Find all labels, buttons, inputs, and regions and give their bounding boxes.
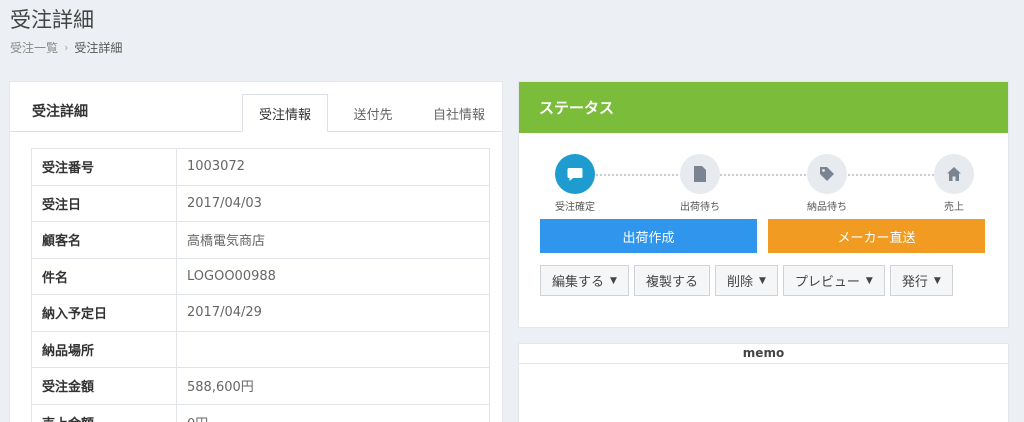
table-row: 受注番号 1003072 <box>31 148 490 186</box>
tab-company-info[interactable]: 自社情報 <box>416 94 502 132</box>
table-row: 受注金額 588,600円 <box>31 367 490 405</box>
step-order-confirmed: 受注確定 <box>535 154 615 213</box>
step-awaiting-delivery: 納品待ち <box>787 154 867 213</box>
page-title: 受注詳細 <box>10 8 94 32</box>
caret-down-icon: ▼ <box>933 275 941 286</box>
status-steps: 受注確定 出荷待ち 納品待ち 売上 <box>519 154 1008 214</box>
preview-dropdown-button[interactable]: プレビュー ▼ <box>782 265 885 296</box>
row-key: 顧客名 <box>31 221 177 259</box>
row-key: 件名 <box>31 257 177 295</box>
table-row: 納品場所 <box>31 330 490 368</box>
delete-dropdown-button[interactable]: 削除 ▼ <box>714 265 778 296</box>
steps-connector <box>575 174 950 176</box>
breadcrumb-separator: › <box>64 41 69 54</box>
preview-button-label: プレビュー <box>794 275 860 290</box>
chat-bubble-icon <box>555 154 595 194</box>
table-row: 件名 LOGOO00988 <box>31 257 490 295</box>
row-value: 588,600円 <box>176 367 490 405</box>
row-value: 高橋電気商店 <box>176 221 490 259</box>
step-awaiting-shipment: 出荷待ち <box>660 154 740 213</box>
step-label: 納品待ち <box>807 202 847 213</box>
row-value: 0円 <box>176 403 490 422</box>
caret-down-icon: ▼ <box>865 275 873 286</box>
row-key: 売上金額 <box>31 403 177 422</box>
row-key: 受注番号 <box>31 148 177 186</box>
breadcrumb-link-order-list[interactable]: 受注一覧 <box>10 39 58 56</box>
table-row: 納入予定日 2017/04/29 <box>31 294 490 332</box>
row-key: 受注金額 <box>31 367 177 405</box>
memo-card: memo <box>518 343 1009 422</box>
row-value: 2017/04/29 <box>176 294 490 332</box>
tab-shipping-address[interactable]: 送付先 <box>330 94 416 132</box>
delete-button-label: 削除 <box>726 275 753 290</box>
caret-down-icon: ▼ <box>758 275 766 286</box>
row-value: LOGOO00988 <box>176 257 490 295</box>
breadcrumb-current: 受注詳細 <box>74 41 123 55</box>
row-key: 納品場所 <box>31 330 177 368</box>
status-card-header: ステータス <box>519 82 1008 133</box>
row-key: 納入予定日 <box>31 294 177 332</box>
tag-icon <box>807 154 847 194</box>
duplicate-button-label: 複製する <box>645 275 698 290</box>
step-label: 売上 <box>944 202 964 213</box>
order-detail-card: 受注詳細 受注情報 送付先 自社情報 受注番号 1003072 受注日 2017/0… <box>9 81 503 422</box>
edit-dropdown-button[interactable]: 編集する ▼ <box>540 265 629 296</box>
row-key: 受注日 <box>31 184 177 222</box>
edit-button-label: 編集する <box>552 275 605 290</box>
row-value: 2017/04/03 <box>176 184 490 222</box>
step-label: 出荷待ち <box>680 202 720 213</box>
table-row: 売上金額0円 <box>31 403 490 422</box>
step-label: 受注確定 <box>555 202 595 213</box>
detail-tabs: 受注情報 送付先 自社情報 <box>242 94 502 132</box>
table-row: 受注日 2017/04/03 <box>31 184 490 222</box>
row-value: 1003072 <box>176 148 490 186</box>
create-shipment-button[interactable]: 出荷作成 <box>540 219 757 253</box>
document-icon <box>680 154 720 194</box>
home-icon <box>934 154 974 194</box>
maker-direct-ship-button[interactable]: メーカー直送 <box>768 219 985 253</box>
issue-dropdown-button[interactable]: 発行 ▼ <box>889 265 953 296</box>
duplicate-button[interactable]: 複製する <box>633 265 710 296</box>
issue-button-label: 発行 <box>901 275 928 290</box>
memo-title: memo <box>519 344 1008 364</box>
row-value <box>176 330 490 368</box>
tab-order-info[interactable]: 受注情報 <box>242 94 328 132</box>
status-card: ステータス 受注確定 出荷待ち 納品待ち 売上 出荷作成 メーカー直送 編集する… <box>518 81 1009 328</box>
order-detail-card-title: 受注詳細 <box>32 104 88 120</box>
caret-down-icon: ▼ <box>610 275 617 286</box>
step-sales: 売上 <box>914 154 994 213</box>
table-row: 顧客名 高橋電気商店 <box>31 221 490 259</box>
action-buttons: 編集する ▼ 複製する 削除 ▼ プレビュー ▼ 発行 ▼ <box>540 265 953 296</box>
breadcrumb: 受注一覧 › 受注詳細 <box>10 39 122 56</box>
order-info-table: 受注番号 1003072 受注日 2017/04/03 顧客名 高橋電気商店 件名 LO… <box>31 148 490 422</box>
